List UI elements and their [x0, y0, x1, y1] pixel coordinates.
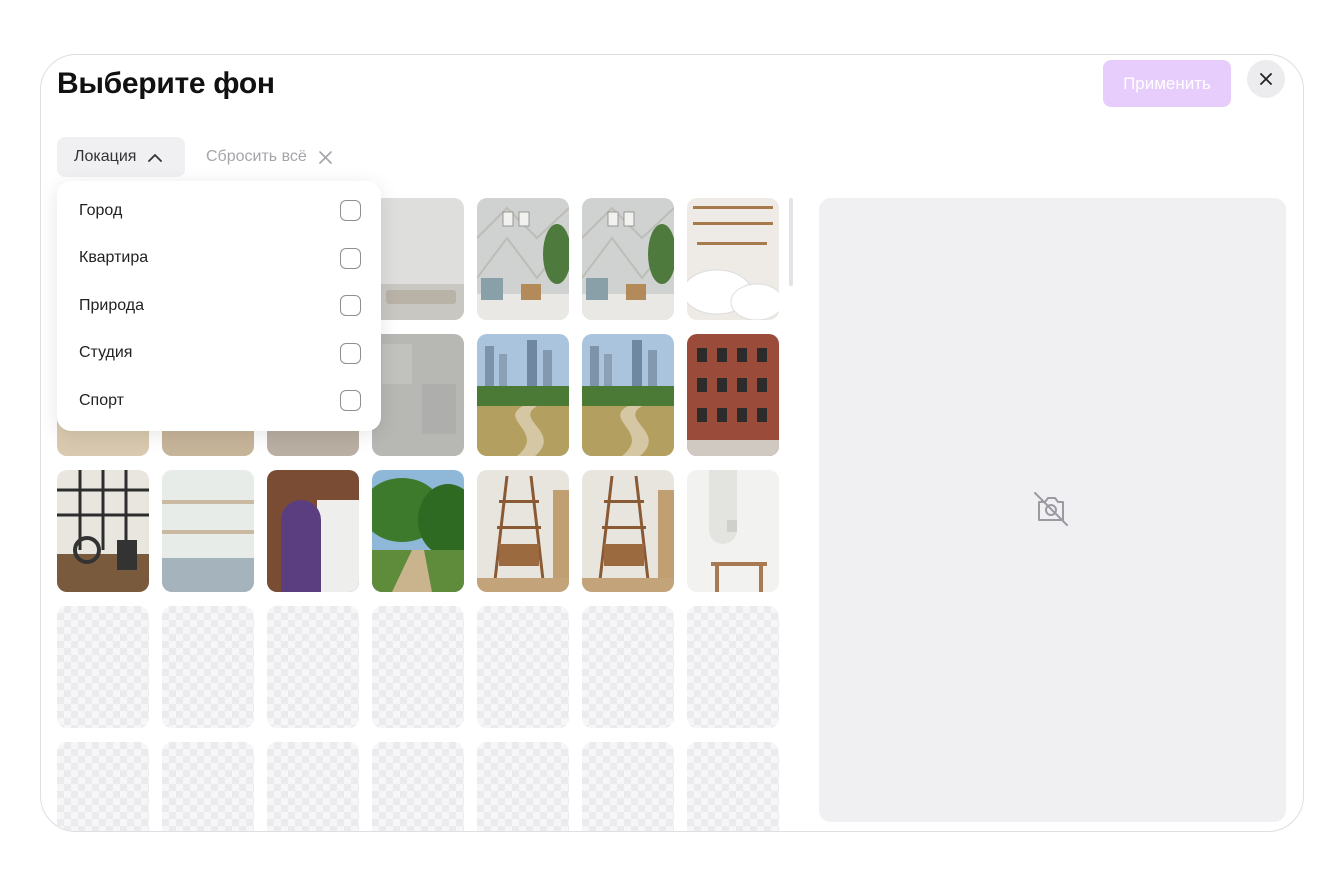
- background-thumbnail-brick-building[interactable]: [687, 334, 779, 456]
- background-thumbnail-forest-path[interactable]: [372, 470, 464, 592]
- background-thumbnail-concrete-wall[interactable]: [372, 334, 464, 456]
- location-option-label: Природа: [79, 296, 145, 314]
- background-thumbnail-bathroom[interactable]: [687, 198, 779, 320]
- location-option-apartment[interactable]: Квартира: [57, 235, 381, 283]
- location-option-label: Квартира: [79, 249, 149, 267]
- close-button[interactable]: [1247, 60, 1285, 98]
- background-thumbnail-scandi-room-2[interactable]: [582, 198, 674, 320]
- background-thumbnail-kitchen-shelves[interactable]: [162, 470, 254, 592]
- background-placeholder: [57, 606, 149, 728]
- modal-title: Выберите фон: [57, 67, 275, 100]
- apply-button[interactable]: Применить: [1103, 60, 1231, 107]
- background-thumbnail-gym[interactable]: [57, 470, 149, 592]
- background-thumbnail-park-city-2[interactable]: [582, 334, 674, 456]
- close-icon: [1260, 73, 1272, 85]
- location-dropdown: Город Квартира Природа Студия Спорт: [57, 181, 381, 431]
- location-option-checkbox[interactable]: [340, 390, 361, 412]
- location-option-label: Студия: [79, 344, 133, 362]
- background-placeholder: [687, 606, 779, 728]
- background-thumbnail-scandi-room[interactable]: [477, 198, 569, 320]
- background-picker-modal: Выберите фон Применить Локация Сбросить …: [40, 54, 1304, 832]
- location-option-checkbox[interactable]: [340, 247, 361, 269]
- location-option-checkbox[interactable]: [340, 342, 361, 364]
- background-placeholder: [477, 606, 569, 728]
- background-thumbnail-boho-shelves[interactable]: [477, 470, 569, 592]
- location-option-city[interactable]: Город: [57, 187, 381, 235]
- location-option-label: Спорт: [79, 391, 124, 409]
- location-option-studio[interactable]: Студия: [57, 330, 381, 378]
- background-placeholder: [582, 742, 674, 831]
- location-option-sport[interactable]: Спорт: [57, 377, 381, 425]
- location-option-checkbox[interactable]: [340, 200, 361, 222]
- location-filter[interactable]: Локация: [57, 137, 185, 177]
- background-thumbnail-living-room[interactable]: [372, 198, 464, 320]
- background-thumbnail-park-city[interactable]: [477, 334, 569, 456]
- background-thumbnail-boho-shelves-2[interactable]: [582, 470, 674, 592]
- background-placeholder: [57, 742, 149, 831]
- background-placeholder: [582, 606, 674, 728]
- background-placeholder: [162, 606, 254, 728]
- background-placeholder: [477, 742, 569, 831]
- reset-all-label: Сбросить всё: [206, 148, 307, 165]
- location-option-label: Город: [79, 201, 123, 219]
- background-thumbnail-white-interior[interactable]: [687, 470, 779, 592]
- background-placeholder: [687, 742, 779, 831]
- no-photo-icon: [1034, 492, 1068, 526]
- background-placeholder: [372, 742, 464, 831]
- background-placeholder: [372, 606, 464, 728]
- location-option-checkbox[interactable]: [340, 295, 361, 317]
- background-placeholder: [267, 606, 359, 728]
- background-placeholder: [162, 742, 254, 831]
- location-filter-label: Локация: [74, 148, 137, 165]
- reset-all-button[interactable]: Сбросить всё: [206, 137, 332, 177]
- background-placeholder: [267, 742, 359, 831]
- chevron-up-icon: [148, 153, 163, 162]
- location-option-nature[interactable]: Природа: [57, 282, 381, 330]
- grid-scrollbar[interactable]: [789, 198, 793, 286]
- background-thumbnail-purple-door[interactable]: [267, 470, 359, 592]
- x-icon: [318, 150, 332, 164]
- preview-panel: [819, 198, 1286, 822]
